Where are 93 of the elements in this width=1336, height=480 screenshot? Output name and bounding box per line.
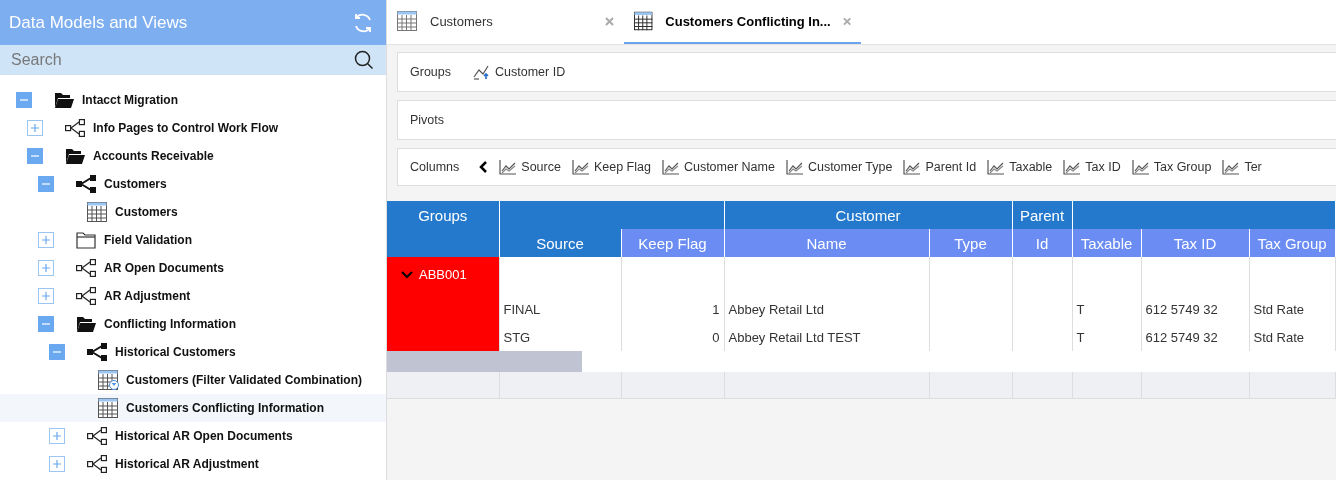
panel-label: Pivots (410, 113, 445, 127)
collapse-icon[interactable] (27, 148, 43, 164)
line-chart-icon (1063, 159, 1082, 175)
collapse-icon[interactable] (16, 92, 32, 108)
expand-icon[interactable] (49, 428, 65, 444)
network-icon (76, 259, 96, 277)
tree-item[interactable]: Customers (Filter Validated Combination) (0, 366, 386, 394)
tree-item[interactable]: Historical Customers (0, 338, 386, 366)
column-header[interactable]: Source (499, 229, 621, 257)
close-icon[interactable] (842, 16, 851, 26)
chevron-icon[interactable] (401, 270, 413, 279)
tree-item[interactable]: Historical AR Open Documents (0, 422, 386, 450)
tab[interactable]: Customers Conflicting In... (624, 0, 861, 44)
line-chart-icon (903, 159, 922, 175)
tree-item[interactable]: AR Open Documents (0, 254, 386, 282)
network-icon (76, 287, 96, 305)
column-chip[interactable]: Customer Name (661, 159, 775, 175)
panel-label: Columns (410, 160, 460, 174)
collapse-icon[interactable] (38, 316, 54, 332)
table-cell: 612 5749 32 (1145, 301, 1218, 317)
filtered-table-icon (98, 370, 119, 390)
search-field[interactable]: Search (11, 51, 354, 69)
group-cell[interactable]: ABB001 (387, 257, 499, 351)
network-icon (76, 175, 96, 193)
table-cell: 0 (712, 329, 720, 345)
tree-item[interactable]: Conflicting Information (0, 310, 386, 338)
tree-item[interactable]: Customers (0, 198, 386, 226)
tree-item[interactable]: Intacct Migration (0, 86, 386, 114)
open-folder-icon (76, 315, 96, 333)
expand-icon[interactable] (38, 232, 54, 248)
network-icon (65, 119, 85, 137)
table-icon (98, 398, 119, 418)
refresh-icon[interactable] (352, 11, 374, 34)
column-chip[interactable]: Customer Type (785, 159, 893, 175)
expand-icon[interactable] (38, 288, 54, 304)
table-cell: Std Rate (1253, 329, 1305, 345)
scroll-left-icon[interactable] (478, 161, 489, 173)
tree-item[interactable]: Customers (0, 170, 386, 198)
search-icon[interactable] (354, 50, 374, 70)
tree-item[interactable]: AR Adjustment (0, 282, 386, 310)
column-chip[interactable]: Tax Group (1131, 159, 1212, 175)
line-chart-icon (1222, 159, 1241, 175)
table-icon (87, 202, 108, 222)
open-folder-icon (65, 147, 85, 165)
line-chart-icon (785, 159, 804, 175)
line-chart-icon (661, 159, 680, 175)
line-chart-icon (1131, 159, 1150, 175)
panel-label: Groups (410, 65, 451, 79)
column-group-header: Customer (724, 201, 1012, 229)
collapse-icon[interactable] (49, 344, 65, 360)
scrollbar[interactable] (387, 351, 582, 372)
table-cell: T (1076, 329, 1085, 345)
line-chart-icon (571, 159, 590, 175)
table-cell: 1 (712, 301, 720, 317)
table-cell: T (1076, 301, 1085, 317)
folder-icon (76, 231, 96, 249)
tree-item[interactable]: Customers Conflicting Information (0, 394, 386, 422)
column-chip[interactable]: Source (499, 159, 561, 175)
column-chip[interactable]: Ter (1222, 159, 1262, 175)
column-chip[interactable]: Taxable (987, 159, 1053, 175)
open-folder-icon (54, 91, 74, 109)
group-chip[interactable]: Customer ID (473, 64, 566, 80)
chart-pin-icon (473, 64, 491, 80)
line-chart-icon (499, 159, 518, 175)
expand-icon[interactable] (27, 120, 43, 136)
expand-icon[interactable] (49, 456, 65, 472)
tree-item[interactable]: Field Validation (0, 226, 386, 254)
column-chip[interactable]: Tax ID (1063, 159, 1121, 175)
column-header[interactable]: Groups (387, 201, 499, 257)
tree-item[interactable]: Historical AR Adjustment (0, 450, 386, 478)
network-icon (87, 455, 107, 473)
table-cell: Std Rate (1253, 301, 1305, 317)
close-icon[interactable] (605, 16, 614, 26)
table-icon (634, 11, 654, 31)
tree-item[interactable]: Accounts Receivable (0, 142, 386, 170)
table-cell: Abbey Retail Ltd (728, 301, 824, 317)
network-icon (87, 343, 107, 361)
expand-icon[interactable] (38, 260, 54, 276)
column-chip[interactable]: Parent Id (903, 159, 977, 175)
collapse-icon[interactable] (38, 176, 54, 192)
column-chip[interactable]: Keep Flag (571, 159, 651, 175)
table-icon (397, 11, 418, 31)
table-cell: FINAL (503, 301, 541, 317)
line-chart-icon (987, 159, 1006, 175)
table-cell: Abbey Retail Ltd TEST (728, 329, 861, 345)
table-cell: STG (503, 329, 531, 345)
search-box[interactable]: Search (0, 45, 386, 75)
tree-item[interactable]: Info Pages to Control Work Flow (0, 114, 386, 142)
column-group-header: Parent (1012, 201, 1072, 229)
network-icon (87, 427, 107, 445)
panel-title: Data Models and Views (9, 12, 188, 33)
table-cell: 612 5749 32 (1145, 329, 1218, 345)
tab[interactable]: Customers (387, 0, 624, 44)
